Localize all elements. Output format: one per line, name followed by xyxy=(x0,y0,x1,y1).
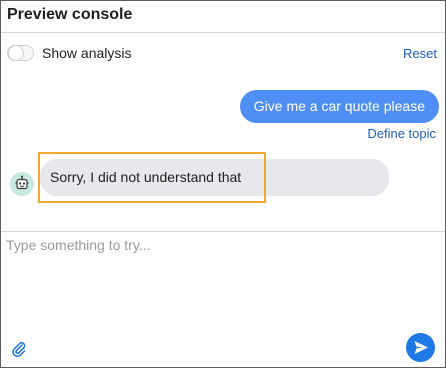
bot-avatar-icon xyxy=(10,172,34,196)
paperclip-icon[interactable] xyxy=(11,340,27,358)
show-analysis-label: Show analysis xyxy=(42,45,132,61)
user-message-text: Give me a car quote please xyxy=(253,98,425,114)
bot-message-bubble: Sorry, I did not understand that xyxy=(40,159,389,196)
composer xyxy=(1,231,445,368)
message-input[interactable] xyxy=(6,237,426,253)
preview-console: Preview console Show analysis Reset Give… xyxy=(0,0,446,368)
define-topic-link[interactable]: Define topic xyxy=(367,126,436,141)
console-header: Preview console xyxy=(1,1,445,33)
bot-message-text: Sorry, I did not understand that xyxy=(50,169,242,185)
page-title: Preview console xyxy=(7,6,133,23)
analysis-row: Show analysis Reset xyxy=(1,32,445,72)
user-message-bubble: Give me a car quote please xyxy=(239,90,439,123)
show-analysis-toggle[interactable] xyxy=(7,45,34,61)
send-button[interactable] xyxy=(406,333,435,362)
reset-link[interactable]: Reset xyxy=(403,46,437,61)
send-icon xyxy=(414,341,428,354)
toggle-knob xyxy=(8,45,24,61)
